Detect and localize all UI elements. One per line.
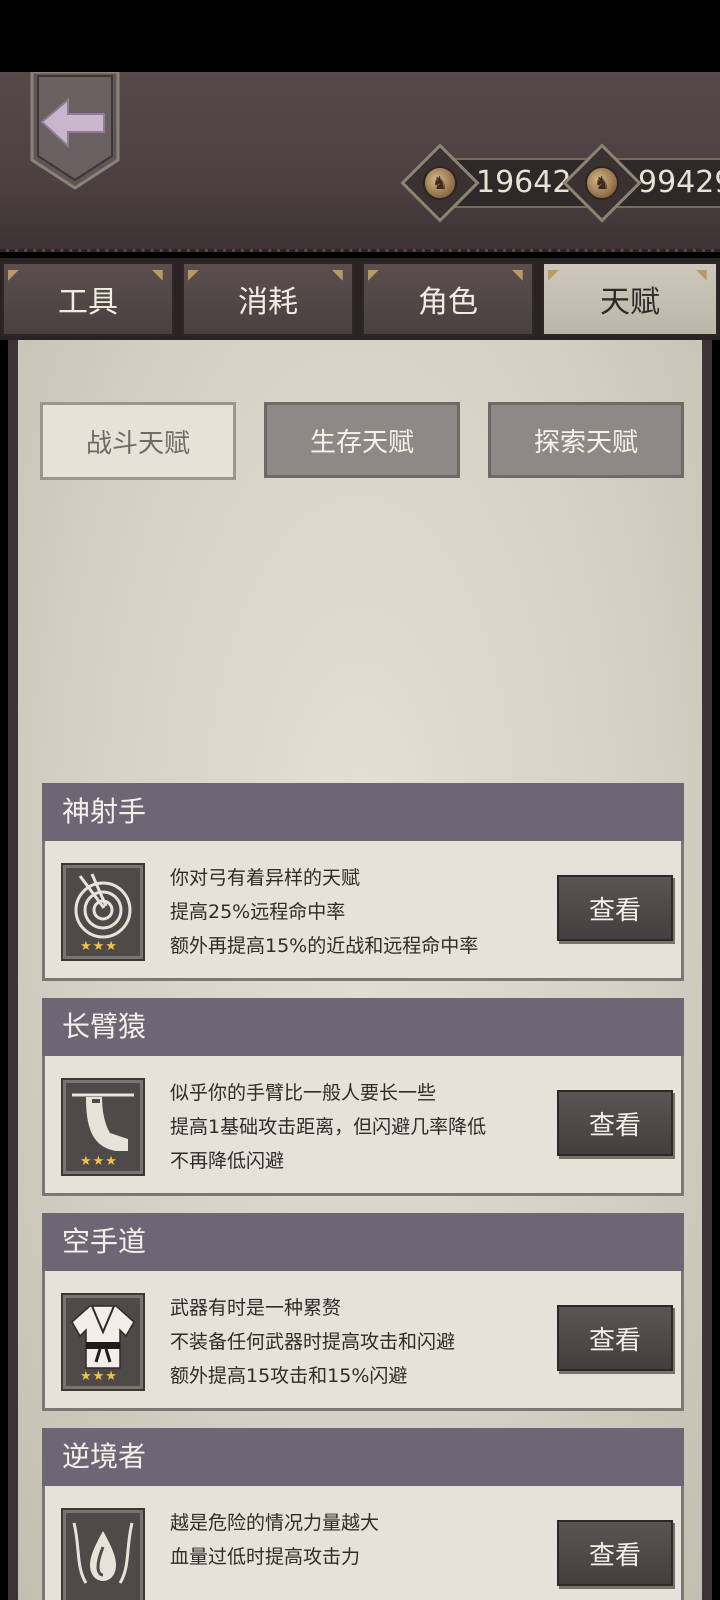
talent-card: 长臂猿 ★★★ 似乎你的手臂比一般人要长一些 提高1基础攻击距离，但闪避几率降低…: [42, 998, 684, 1196]
status-bar: [0, 0, 720, 72]
talent-name: 逆境者: [42, 1428, 684, 1486]
corner-ornament-icon: ◤: [188, 267, 199, 283]
tab-talents[interactable]: ◤ ◥ 天赋: [542, 262, 718, 336]
desc-line: 武器有时是一种累赘: [170, 1297, 342, 1319]
talent-card: 空手道 ★★★ 武器有时是一种累赘 不装备任何武器时提高攻击和闪避 额外提高15…: [42, 1213, 684, 1411]
talent-description: 武器有时是一种累赘 不装备任何武器时提高攻击和闪避 额外提高15攻击和15%闪避: [170, 1291, 530, 1393]
view-button[interactable]: 查看: [557, 1090, 673, 1156]
corner-ornament-icon: ◤: [548, 267, 559, 283]
talent-description: 似乎你的手臂比一般人要长一些 提高1基础攻击距离，但闪避几率降低 不再降低闪避: [170, 1076, 530, 1178]
view-button[interactable]: 查看: [557, 1305, 673, 1371]
corner-ornament-icon: ◥: [512, 267, 523, 283]
subtab-exploration-talents[interactable]: 探索天赋: [488, 402, 684, 478]
tab-label: 天赋: [600, 285, 660, 320]
subtab-label: 生存天赋: [309, 427, 414, 458]
subtab-combat-talents[interactable]: 战斗天赋: [40, 402, 236, 480]
back-button[interactable]: [30, 70, 120, 190]
tab-consumables[interactable]: ◤ ◥ 消耗: [182, 262, 354, 336]
view-button[interactable]: 查看: [557, 1520, 673, 1586]
rating-stars: ★★★: [80, 1369, 118, 1384]
header: 196428 ♞ 99429 ♞: [0, 70, 720, 252]
rating-stars: ★★★: [80, 939, 118, 954]
tab-label: 角色: [418, 285, 478, 320]
talent-description: 越是危险的情况力量越大 血量过低时提高攻击力: [170, 1506, 530, 1574]
corner-ornament-icon: ◥: [152, 267, 163, 283]
target-icon: ★★★: [63, 865, 143, 959]
desc-line: 血量过低时提高攻击力: [170, 1546, 361, 1568]
desc-line: 越是危险的情况力量越大: [170, 1512, 380, 1534]
tab-tools[interactable]: ◤ ◥ 工具: [2, 262, 174, 336]
tab-character[interactable]: ◤ ◥ 角色: [362, 262, 534, 336]
karate-gi-icon: ★★★: [63, 1295, 143, 1389]
talent-card: 神射手 ★★★ 你对弓有着异样的天赋 提高25%远程命中率 额外再提高15%的近…: [42, 783, 684, 981]
talent-card: 逆境者 越是危险的情况力量越大 血量过低时提高攻击力 查看: [42, 1428, 684, 1600]
back-arrow-icon: [30, 70, 120, 190]
desc-line: 不再降低闪避: [170, 1150, 285, 1172]
corner-ornament-icon: ◥: [696, 267, 707, 283]
corner-ornament-icon: ◥: [332, 267, 343, 283]
subtab-survival-talents[interactable]: 生存天赋: [264, 402, 460, 478]
currency-gold: 196428 ♞: [400, 143, 601, 223]
corner-ornament-icon: ◤: [8, 267, 19, 283]
blood-drop-icon: [63, 1510, 143, 1600]
talent-name: 神射手: [42, 783, 684, 841]
coin-icon: ♞: [423, 166, 457, 200]
view-button[interactable]: 查看: [557, 875, 673, 941]
subtab-label: 战斗天赋: [85, 428, 190, 459]
subtab-label: 探索天赋: [533, 427, 638, 458]
desc-line: 额外再提高15%的近战和远程命中率: [170, 935, 479, 957]
tab-label: 工具: [58, 285, 118, 320]
desc-line: 不装备任何武器时提高攻击和闪避: [170, 1331, 456, 1353]
rating-stars: ★★★: [80, 1154, 118, 1169]
talent-name: 长臂猿: [42, 998, 684, 1056]
desc-line: 提高25%远程命中率: [170, 901, 346, 923]
currency-silver: 99429 ♞: [562, 143, 720, 223]
desc-line: 额外提高15攻击和15%闪避: [170, 1365, 408, 1387]
desc-line: 提高1基础攻击距离，但闪避几率降低: [170, 1116, 487, 1138]
category-tabs: ◤ ◥ 工具 ◤ ◥ 消耗 ◤ ◥ 角色 ◤ ◥ 天赋: [0, 258, 720, 340]
talent-description: 你对弓有着异样的天赋 提高25%远程命中率 额外再提高15%的近战和远程命中率: [170, 861, 530, 963]
coin-icon: ♞: [585, 166, 619, 200]
talent-panel: 战斗天赋 生存天赋 探索天赋 神射手 ★★★ 你对弓有着异样的天赋 提高25%远…: [8, 340, 712, 1600]
tab-label: 消耗: [238, 285, 298, 320]
desc-line: 似乎你的手臂比一般人要长一些: [170, 1082, 437, 1104]
talent-name: 空手道: [42, 1213, 684, 1271]
desc-line: 你对弓有着异样的天赋: [170, 867, 361, 889]
corner-ornament-icon: ◤: [368, 267, 379, 283]
long-arm-icon: ★★★: [63, 1080, 143, 1174]
